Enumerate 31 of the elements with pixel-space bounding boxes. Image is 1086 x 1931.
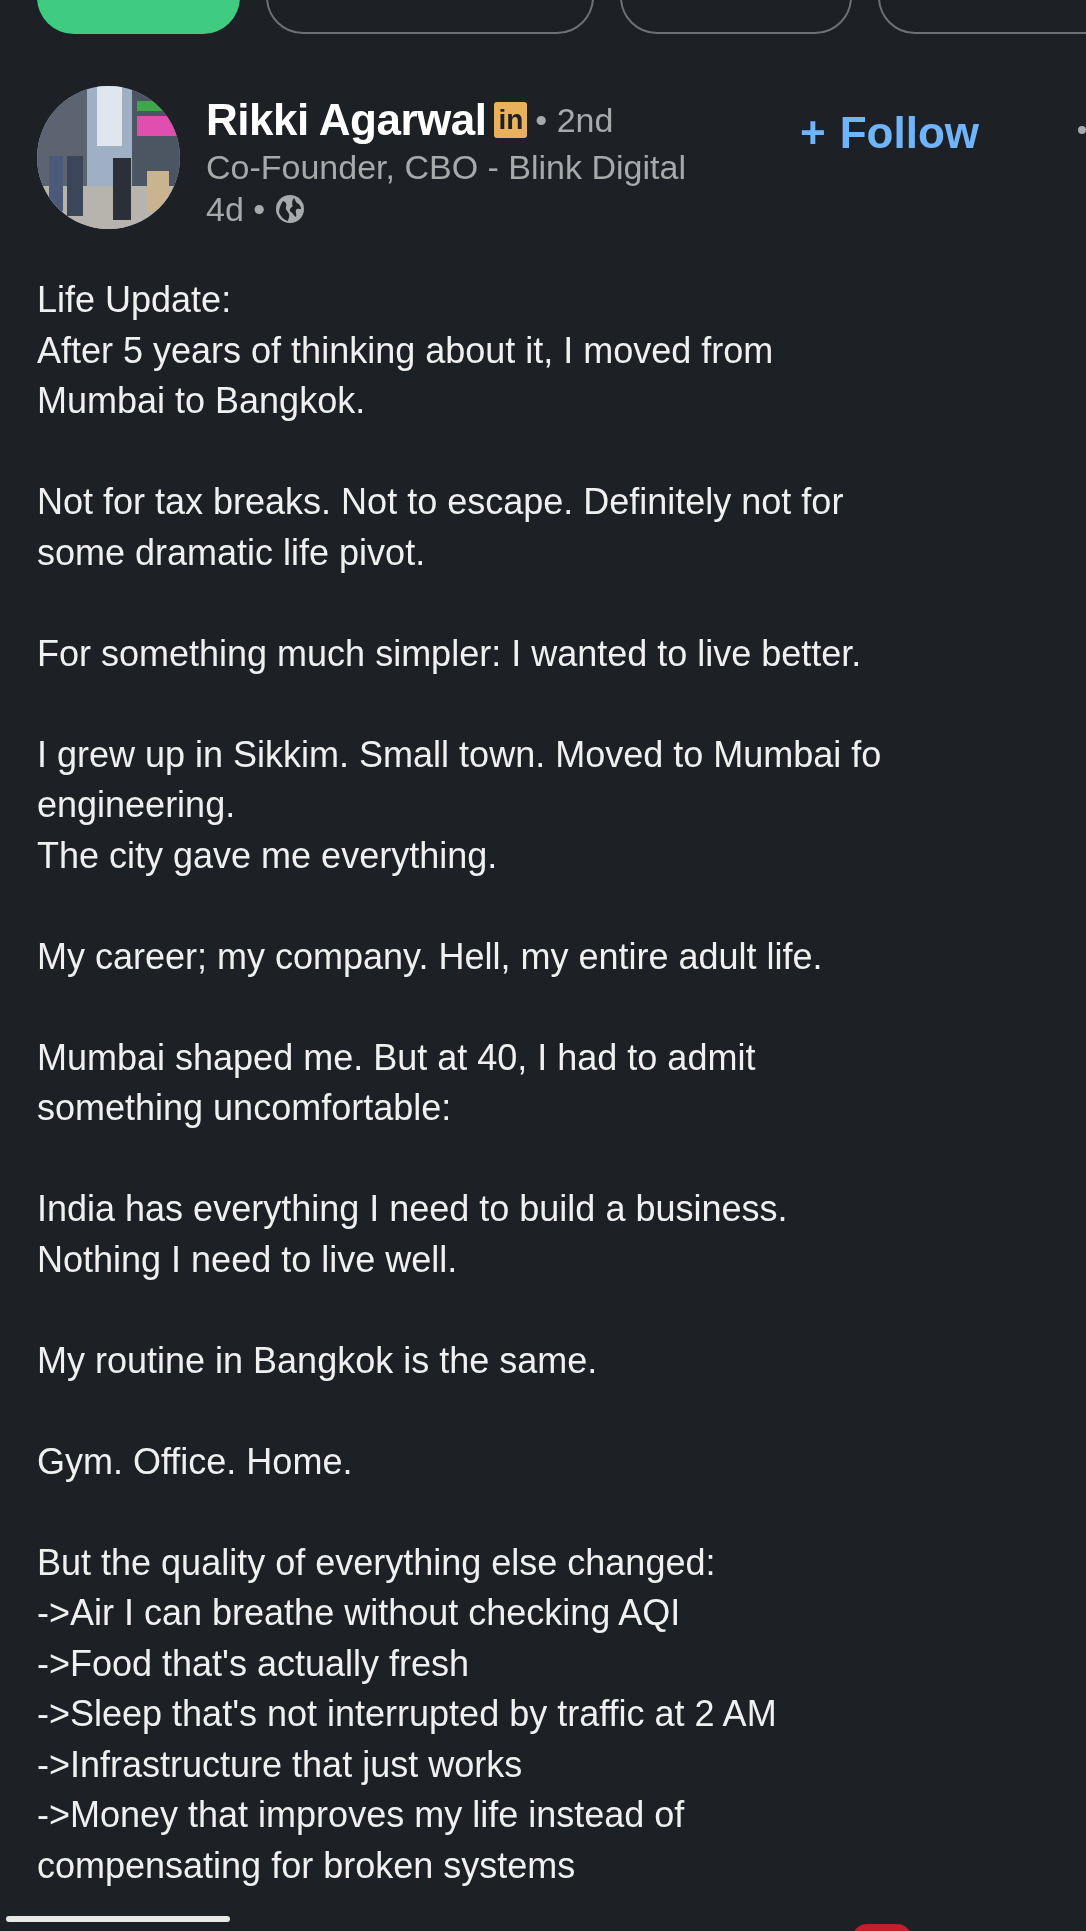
premium-badge: in bbox=[494, 102, 528, 138]
more-icon[interactable] bbox=[1078, 126, 1086, 134]
globe-icon bbox=[275, 194, 306, 224]
post-text-line: ->Food that's actually fresh bbox=[37, 1641, 471, 1686]
post-text-line: ->Money that improves my life instead of bbox=[37, 1793, 686, 1837]
post-text-line: compensating for broken systems bbox=[37, 1843, 577, 1888]
post-text-line: I grew up in Sikkim. Small town. Moved to Mumbai fo bbox=[37, 732, 883, 777]
post-text-line: India has everything I need to build a business. bbox=[37, 1187, 789, 1231]
follow-button[interactable]: + Follow bbox=[800, 108, 979, 158]
post-text-line: My career; my company. Hell, my entire adult life. bbox=[37, 934, 824, 979]
post-text-line: The city gave me everything. bbox=[37, 833, 499, 878]
post-text-line: After 5 years of thinking about it, I moved from bbox=[37, 328, 775, 373]
post-text-line: But the quality of everything else changed: bbox=[37, 1540, 717, 1585]
author-headline: Co-Founder, CBO - Blink Digital bbox=[206, 147, 686, 188]
post-text-line: For something much simpler: I wanted to live better. bbox=[37, 631, 863, 676]
connection-degree: • 2nd bbox=[535, 100, 614, 141]
post-text-line: something uncomfortable: bbox=[37, 1086, 453, 1130]
post-text-line: ->Infrastructure that just works bbox=[37, 1742, 524, 1787]
author-name[interactable]: Rikki Agarwal bbox=[206, 94, 487, 146]
post-text-line: Nothing I need to live well. bbox=[37, 1237, 459, 1282]
post-text-line: ->Sleep that's not interrupted by traffic at 2 AM bbox=[37, 1692, 778, 1736]
post-age: 4d • bbox=[206, 189, 266, 230]
post-text-line: Life Update: bbox=[37, 278, 233, 322]
post-text-line: engineering. bbox=[37, 783, 237, 827]
post-text-line: Mumbai shaped me. But at 40, I had to admit bbox=[37, 1035, 757, 1080]
post-text-line: Mumbai to Bangkok. bbox=[37, 379, 367, 423]
post-text-line: My routine in Bangkok is the same. bbox=[37, 1338, 599, 1383]
post-text-line: some dramatic life pivot. bbox=[37, 530, 427, 575]
post-text-line: ->Air I can breathe without checking AQI bbox=[37, 1591, 682, 1635]
post-text-line: Gym. Office. Home. bbox=[37, 1439, 354, 1484]
post-text-line: Not for tax breaks. Not to escape. Definitely not for bbox=[37, 480, 845, 524]
